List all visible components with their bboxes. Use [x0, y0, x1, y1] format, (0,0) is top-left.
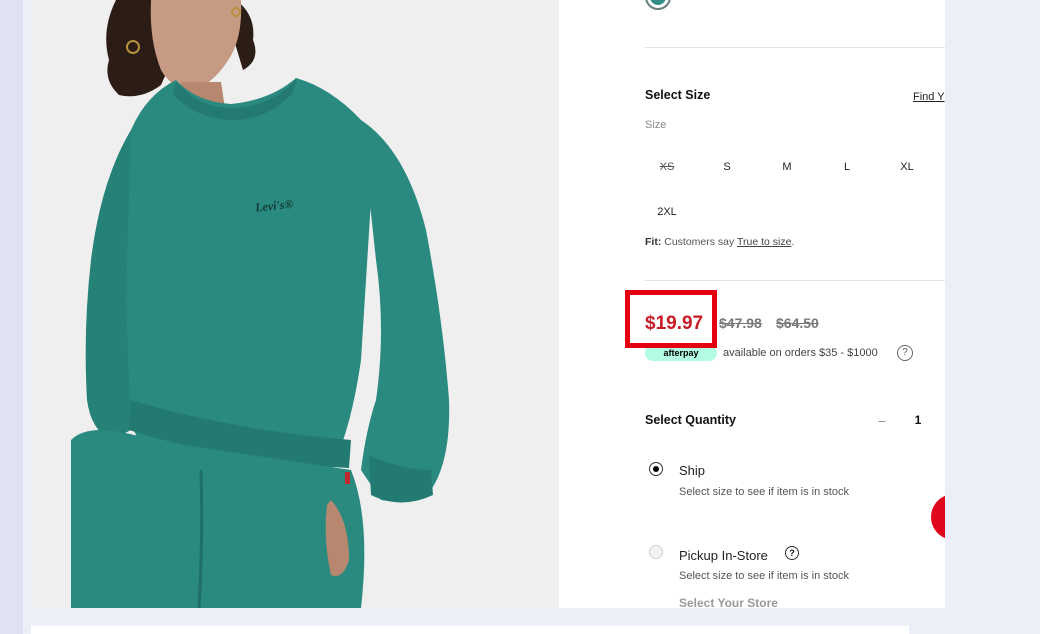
true-to-size-link[interactable]: True to size: [737, 236, 791, 248]
size-option-l[interactable]: L: [825, 155, 869, 179]
size-option-2xl[interactable]: 2XL: [645, 200, 689, 224]
left-page-gutter: [0, 0, 23, 634]
fit-suffix: .: [791, 236, 795, 248]
pickup-stock-note: Select size to see if item is in stock: [679, 570, 849, 582]
original-price: $64.50: [776, 315, 819, 331]
select-your-store-link[interactable]: Select Your Store: [679, 596, 778, 608]
quantity-value: 1: [914, 413, 922, 427]
pickup-help-icon[interactable]: ?: [785, 546, 799, 560]
product-image: Levi's®: [31, 0, 559, 608]
size-option-s[interactable]: S: [705, 155, 749, 179]
size-option-xs[interactable]: XS: [645, 155, 689, 179]
find-your-size-link[interactable]: Find Y: [913, 91, 945, 103]
was-price: $47.98: [719, 315, 762, 331]
fit-prefix: Fit:: [645, 236, 662, 248]
ship-stock-note: Select size to see if item is in stock: [679, 486, 849, 498]
afterpay-help-icon[interactable]: ?: [897, 345, 913, 361]
divider: [645, 47, 945, 48]
fit-text: Customers say: [664, 236, 735, 248]
size-option-xl[interactable]: XL: [885, 155, 929, 179]
select-size-title: Select Size: [645, 88, 711, 102]
sale-price: $19.97: [645, 313, 704, 334]
size-label: Size: [645, 119, 667, 131]
afterpay-badge: afterpay: [645, 345, 717, 361]
pickup-radio[interactable]: [649, 545, 663, 559]
pickup-label: Pickup In-Store: [679, 548, 768, 563]
size-option-m[interactable]: M: [765, 155, 809, 179]
quantity-decrement-button[interactable]: –: [875, 413, 889, 428]
product-detail-panel: Select Size Find Y Size XS S M L XL 2XL …: [559, 0, 945, 608]
chat-button[interactable]: [931, 494, 945, 540]
ship-radio[interactable]: [649, 462, 663, 476]
fit-info: Fit: Customers say True to size.: [645, 236, 794, 248]
color-swatch-teal[interactable]: [645, 0, 671, 10]
afterpay-text: available on orders $35 - $1000: [723, 347, 878, 359]
select-quantity-title: Select Quantity: [645, 413, 736, 427]
ship-label: Ship: [679, 463, 706, 478]
divider: [645, 280, 945, 281]
bottom-section-edge: [31, 626, 909, 634]
